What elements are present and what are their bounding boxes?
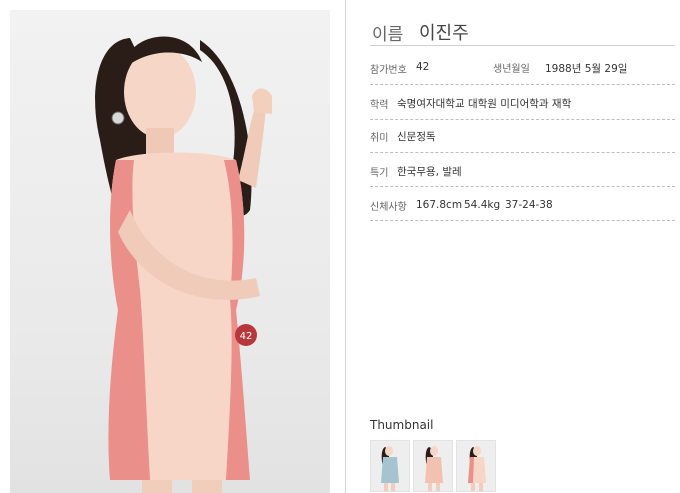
- height-value: 167.8cm: [416, 199, 463, 211]
- weight-value: 54.4kg: [464, 199, 501, 211]
- name-label: 이름: [372, 25, 404, 45]
- vertical-divider: [345, 0, 346, 493]
- thumbnail-2[interactable]: [413, 440, 453, 492]
- thumbnail-3[interactable]: [456, 440, 496, 492]
- entry-number-value: 42: [416, 61, 430, 73]
- education-row: 학력 숙명여자대학교 대학원 미디어학과 재학: [370, 85, 675, 120]
- measurements-value: 37-24-38: [505, 199, 553, 211]
- contestant-figure: 42: [95, 36, 272, 493]
- profile-panel: 이름 이진주 참가번호 42 생년월일 1988년 5월 29일 학력 숙명여자…: [370, 0, 675, 493]
- entry-birth-row: 참가번호 42 생년월일 1988년 5월 29일: [370, 48, 675, 85]
- birth-date-value: 1988년 5월 29일: [545, 63, 628, 75]
- education-label: 학력: [370, 100, 389, 111]
- thumbnail-title: Thumbnail: [370, 418, 434, 432]
- entry-number-label: 참가번호: [370, 65, 407, 76]
- thumbnail-1[interactable]: [370, 440, 410, 492]
- name-value: 이진주: [419, 23, 469, 44]
- body-label: 신체사항: [370, 202, 407, 213]
- earring-icon: [111, 111, 125, 125]
- birth-date-label: 생년월일: [493, 64, 530, 75]
- specialty-row: 특기 한국무용, 발레: [370, 153, 675, 187]
- name-row: 이름 이진주: [370, 16, 675, 46]
- hobby-row: 취미 신문정독: [370, 120, 675, 153]
- specialty-value: 한국무용, 발레: [397, 166, 462, 178]
- hobby-value: 신문정독: [397, 131, 436, 143]
- specialty-label: 특기: [370, 168, 389, 179]
- svg-text:42: 42: [240, 331, 253, 342]
- body-row: 신체사항 167.8cm 54.4kg 37-24-38: [370, 187, 675, 221]
- education-value: 숙명여자대학교 대학원 미디어학과 재학: [397, 98, 572, 110]
- hobby-label: 취미: [370, 133, 389, 144]
- contestant-photo: 42: [10, 10, 330, 493]
